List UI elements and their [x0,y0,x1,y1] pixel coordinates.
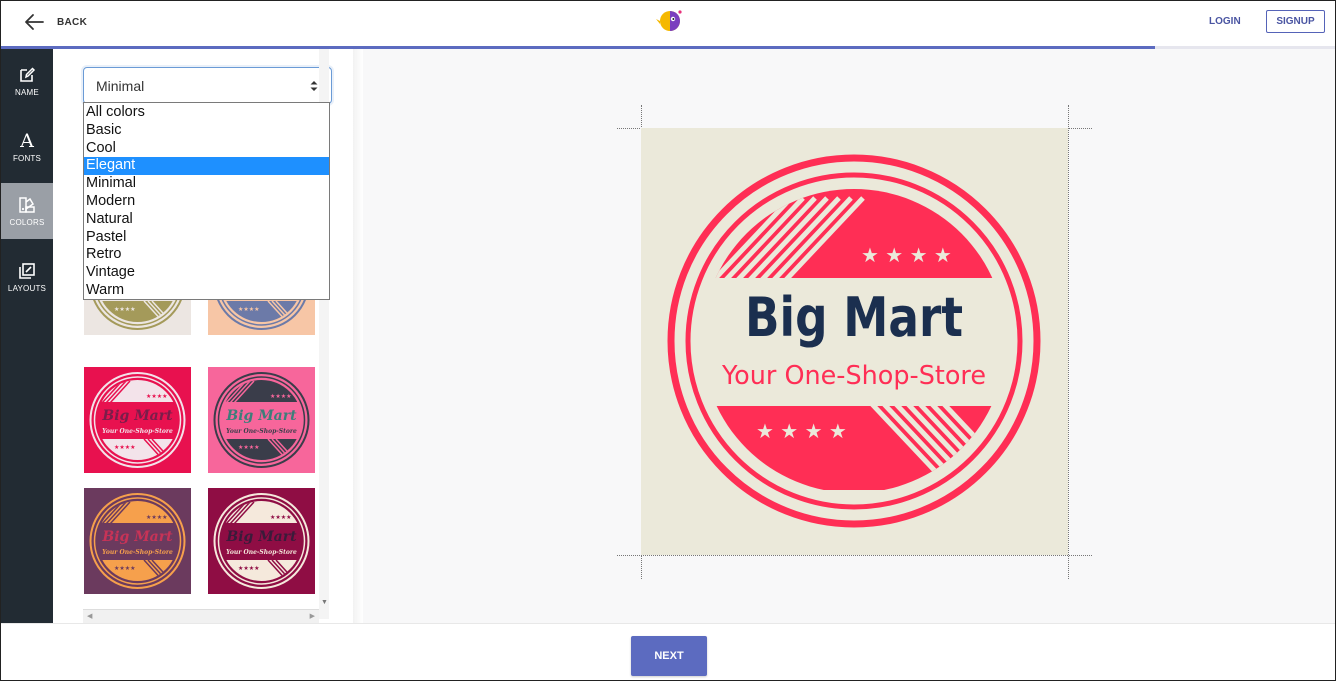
scroll-down-icon[interactable]: ▼ [321,599,328,606]
svg-text:★★★★: ★★★★ [270,393,292,400]
scroll-left-icon[interactable]: ◀ [87,612,92,620]
color-thumbnail[interactable]: ★★★★ ★★★★ Big Mart Your One-Shop-Store [208,367,315,473]
thumbnail-tagline-text: Your One-Shop-Store [102,549,173,556]
arrow-left-icon [25,14,44,30]
dropdown-option-cool[interactable]: Cool [84,140,329,158]
fonts-icon: A [20,129,34,152]
svg-text:★★★★: ★★★★ [114,565,136,572]
sidebar-item-fonts[interactable]: A FONTS [1,119,53,175]
dropdown-option-pastel[interactable]: Pastel [84,229,329,247]
app-frame: BACK LOGIN SIGNUP NAME A FONTS COLORS LA… [0,0,1336,681]
scroll-right-icon[interactable]: ▶ [310,612,315,620]
color-style-dropdown: All colors Basic Cool Elegant Minimal Mo… [83,102,330,300]
svg-text:★ ★ ★ ★: ★ ★ ★ ★ [861,243,952,267]
signup-button[interactable]: SIGNUP [1266,10,1325,33]
guide-line [617,555,1092,556]
sidebar-item-colors[interactable]: COLORS [1,183,53,239]
svg-text:★★★★: ★★★★ [238,306,260,313]
thumbnail-graphic: ★★★★ ★★★★ Big Mart Your One-Shop-Store [208,488,315,594]
dropdown-option-all-colors[interactable]: All colors [84,104,329,122]
sidebar-item-layouts[interactable]: LAYOUTS [1,249,53,305]
svg-text:★★★★: ★★★★ [270,514,292,521]
thumbnail-brand-text: Big Mart [225,529,297,545]
logo-preview[interactable]: ★ ★ ★ ★ ★ ★ ★ ★ Big Mart Your One-Shop-S… [641,128,1068,555]
svg-text:★★★★: ★★★★ [146,514,168,521]
logo-bottom-stars: ★ ★ ★ ★ [756,419,847,443]
chevron-up-down-icon [310,81,318,91]
svg-text:★★★★: ★★★★ [114,444,136,451]
sidebar-item-name[interactable]: NAME [1,53,53,109]
logo-brand-text: Big Mart [745,286,963,349]
select-value: Minimal [96,77,145,94]
dropdown-option-minimal[interactable]: Minimal [84,175,329,193]
color-style-select[interactable]: Minimal [83,67,332,104]
logo-top-stars: ★ ★ ★ ★ [861,243,952,267]
thumbnail-brand-text: Big Mart [225,408,297,424]
thumbnail-tagline-text: Your One-Shop-Store [102,428,173,435]
sidebar-item-label: FONTS [12,153,42,163]
panel-divider [353,49,363,623]
color-thumbnail[interactable]: ★★★★ ★★★★ Big Mart Your One-Shop-Store [208,488,315,594]
color-thumbnail[interactable]: ★★★★ ★★★★ Big Mart Your One-Shop-Store [84,367,191,473]
thumbnail-graphic: ★★★★ ★★★★ Big Mart Your One-Shop-Store [84,367,191,473]
login-link[interactable]: LOGIN [1209,16,1241,27]
dropdown-option-basic[interactable]: Basic [84,122,329,140]
layouts-icon [19,262,35,279]
dropdown-option-natural[interactable]: Natural [84,211,329,229]
dropdown-option-elegant[interactable]: Elegant [84,157,329,176]
thumbnail-brand-text: Big Mart [101,408,173,424]
header: BACK LOGIN SIGNUP [1,1,1335,49]
svg-text:★ ★ ★ ★: ★ ★ ★ ★ [756,419,847,443]
color-options-panel: Minimal All colors Basic Cool Elegant Mi… [53,49,361,623]
dropdown-option-retro[interactable]: Retro [84,246,329,264]
svg-text:★★★★: ★★★★ [238,444,260,451]
edit-icon [20,66,36,82]
guide-line [1068,105,1069,579]
svg-text:★★★★: ★★★★ [146,393,168,400]
thumbnail-tagline-text: Your One-Shop-Store [226,428,297,435]
dropdown-option-vintage[interactable]: Vintage [84,264,329,282]
dropdown-option-warm[interactable]: Warm [84,282,329,300]
footer: NEXT [1,623,1335,680]
sidebar: NAME A FONTS COLORS LAYOUTS [1,49,53,623]
sidebar-item-label: LAYOUTS [7,283,47,293]
horizontal-scrollbar[interactable]: ◀ ▶ [83,609,319,623]
thumbnail-graphic: ★★★★ ★★★★ Big Mart Your One-Shop-Store [208,367,315,473]
color-thumbnail[interactable]: ★★★★ ★★★★ Big Mart Your One-Shop-Store [84,488,191,594]
next-button[interactable]: NEXT [631,636,707,676]
svg-text:★★★★: ★★★★ [238,565,260,572]
palette-icon [19,196,35,213]
logo-preview-graphic: ★ ★ ★ ★ ★ ★ ★ ★ Big Mart Your One-Shop-S… [667,154,1041,528]
sidebar-item-label: COLORS [9,217,45,227]
sidebar-item-label: NAME [15,87,39,97]
back-button[interactable]: BACK [23,11,87,33]
dropdown-option-modern[interactable]: Modern [84,193,329,211]
thumbnail-tagline-text: Your One-Shop-Store [226,549,297,556]
thumbnail-brand-text: Big Mart [101,529,173,545]
app-logo-icon[interactable] [656,8,684,34]
logo-tagline-text: Your One-Shop-Store [721,361,986,391]
back-label: BACK [57,16,88,28]
svg-text:★★★★: ★★★★ [114,306,136,313]
thumbnail-graphic: ★★★★ ★★★★ Big Mart Your One-Shop-Store [84,488,191,594]
